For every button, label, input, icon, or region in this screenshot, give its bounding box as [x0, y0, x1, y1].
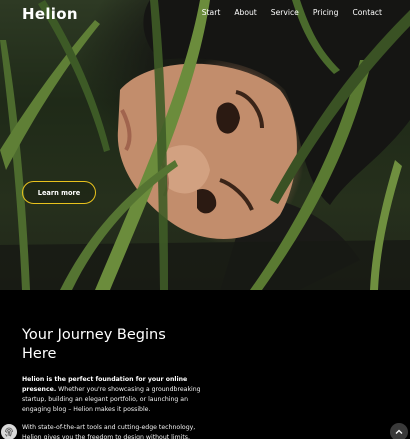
nav-link-contact[interactable]: Contact: [352, 8, 382, 17]
intro-paragraph-2: With state-of-the-art tools and cutting-…: [22, 424, 196, 439]
hero-section: Helion Start About Service Pricing Conta…: [0, 0, 410, 290]
nav-link-pricing[interactable]: Pricing: [313, 8, 339, 17]
scroll-to-top-button[interactable]: [390, 423, 408, 439]
intro-section: Your Journey Begins Here Helion is the p…: [0, 290, 410, 439]
site-logo[interactable]: Helion: [22, 5, 78, 23]
nav-link-start[interactable]: Start: [202, 8, 221, 17]
nav-link-about[interactable]: About: [234, 8, 256, 17]
intro-heading-line1: Your Journey Begins: [22, 327, 166, 343]
learn-more-button[interactable]: Learn more: [22, 181, 96, 204]
hero-background-image: [0, 0, 410, 290]
intro-heading: Your Journey Begins Here: [22, 326, 222, 364]
intro-heading-line2: Here: [22, 346, 57, 362]
chevron-up-icon: [395, 429, 403, 434]
main-navigation: Start About Service Pricing Contact: [202, 8, 382, 17]
nav-link-service[interactable]: Service: [271, 8, 299, 17]
cookie-settings-button[interactable]: [1, 424, 17, 439]
intro-paragraph-1: Helion is the perfect foundation for you…: [22, 375, 212, 415]
fingerprint-icon: [5, 427, 13, 437]
